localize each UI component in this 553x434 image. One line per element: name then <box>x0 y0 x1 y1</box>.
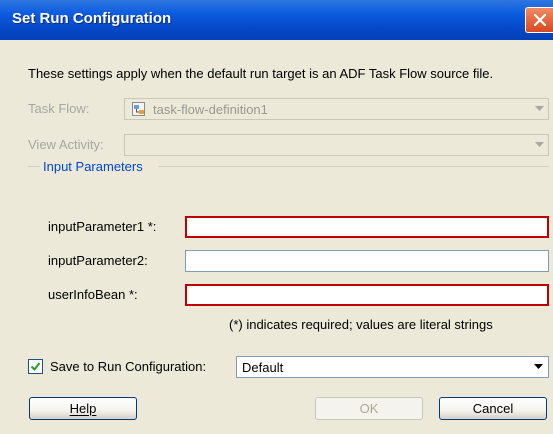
ok-button[interactable]: OK <box>315 397 423 420</box>
view-activity-combo[interactable] <box>124 134 549 156</box>
user-info-bean-field[interactable] <box>185 284 549 306</box>
view-activity-label: View Activity: <box>28 137 104 152</box>
input-parameter1-field[interactable] <box>185 216 549 238</box>
run-configuration-select[interactable]: Default <box>236 356 549 378</box>
task-flow-document-icon <box>132 102 145 116</box>
input-parameter2-label: inputParameter2: <box>48 253 148 268</box>
chevron-down-icon <box>534 364 543 369</box>
close-icon <box>534 14 546 26</box>
user-info-bean-label: userInfoBean *: <box>48 287 138 302</box>
group-divider-left <box>28 166 40 167</box>
task-flow-value: task-flow-definition1 <box>153 102 268 117</box>
chevron-down-icon <box>535 142 544 147</box>
close-button[interactable] <box>525 7 553 33</box>
checkmark-icon <box>30 362 41 372</box>
dialog-window: Set Run Configuration These settings app… <box>0 0 553 434</box>
title-bar[interactable]: Set Run Configuration <box>0 0 553 40</box>
group-divider-right <box>158 166 549 167</box>
input-parameter2-field[interactable] <box>185 250 549 272</box>
help-button-label: Help <box>69 401 97 416</box>
cancel-button[interactable]: Cancel <box>439 397 547 420</box>
save-label: Save to Run Configuration: <box>50 359 207 374</box>
run-configuration-value: Default <box>242 360 284 375</box>
task-flow-label: Task Flow: <box>28 101 90 116</box>
ok-button-label: OK <box>359 401 379 416</box>
description-text: These settings apply when the default ru… <box>28 66 494 81</box>
cancel-button-label: Cancel <box>472 401 514 416</box>
help-button[interactable]: Help <box>29 397 137 420</box>
chevron-down-icon <box>535 106 544 111</box>
task-flow-combo[interactable]: task-flow-definition1 <box>124 98 549 120</box>
input-parameters-group-label: Input Parameters <box>43 159 143 174</box>
input-parameter1-label: inputParameter1 *: <box>48 219 157 234</box>
save-checkbox[interactable] <box>28 359 43 374</box>
window-title: Set Run Configuration <box>12 10 172 27</box>
required-note: (*) indicates required; values are liter… <box>229 317 493 332</box>
